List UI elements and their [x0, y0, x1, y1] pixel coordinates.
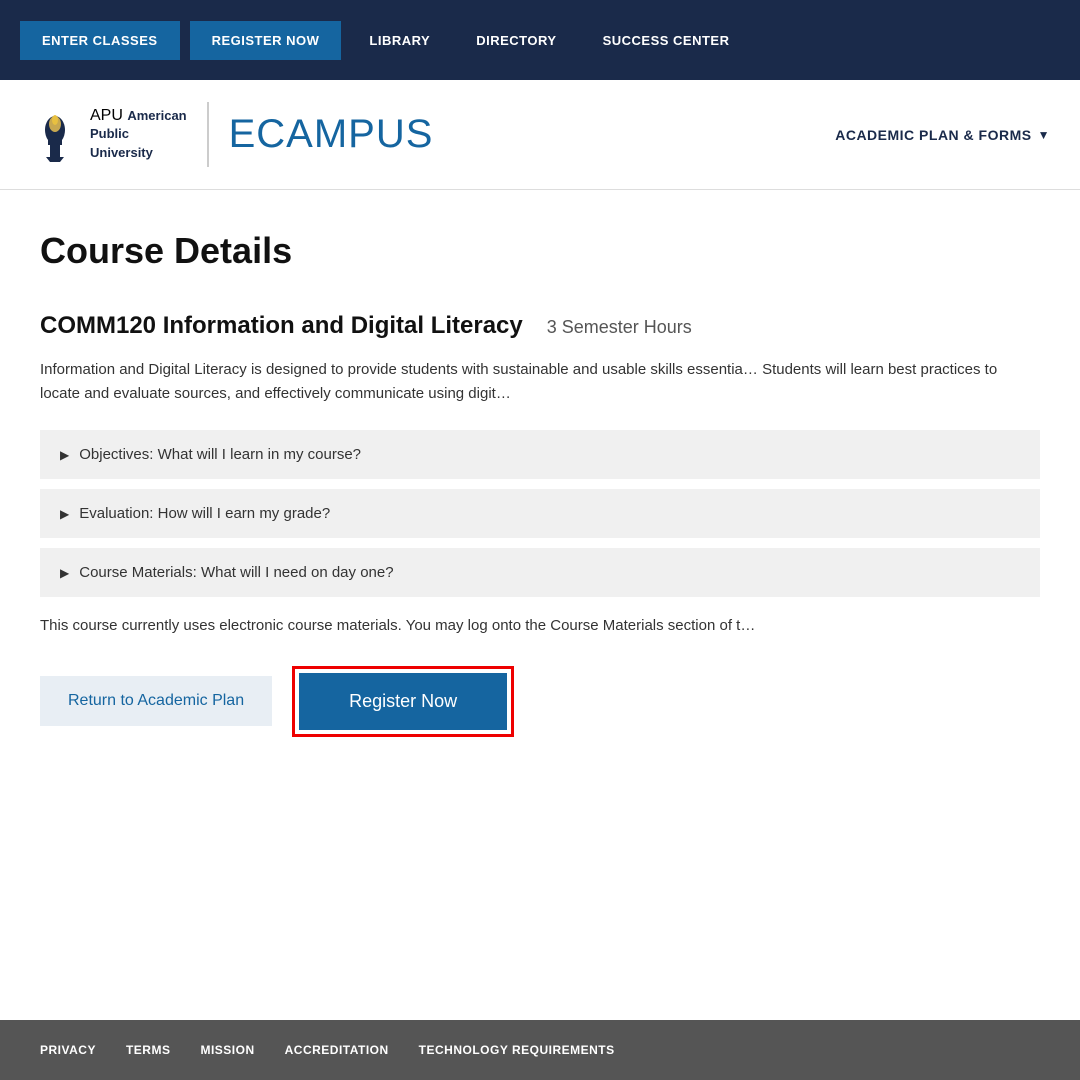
top-navigation: ENTER CLASSES REGISTER NOW LIBRARY DIREC…: [0, 0, 1080, 80]
footer-link-accreditation[interactable]: ACCREDITATION: [285, 1043, 389, 1057]
action-buttons-row: Return to Academic Plan Register Now: [40, 666, 1040, 737]
course-title: COMM120 Information and Digital Literacy: [40, 312, 523, 340]
footer: PRIVACY TERMS MISSION ACCREDITATION TECHNOLO…: [0, 1020, 1080, 1080]
accordion-materials[interactable]: ▶ Course Materials: What will I need on …: [40, 548, 1040, 597]
logo: APU American Public University ECAMPUS: [30, 102, 433, 167]
accordion-objectives-label: Objectives: What will I learn in my cour…: [79, 446, 361, 463]
page-title: Course Details: [40, 230, 1040, 272]
register-now-button[interactable]: Register Now: [299, 673, 507, 730]
directory-link[interactable]: DIRECTORY: [458, 33, 574, 48]
enter-classes-button[interactable]: ENTER CLASSES: [20, 21, 180, 60]
academic-plan-dropdown[interactable]: ACADEMIC PLAN & FORMS ▼: [835, 127, 1050, 143]
apu-abbreviation: APU: [90, 107, 123, 124]
footer-link-technology-requirements[interactable]: TECHNOLOGY REQUIREMENTS: [419, 1043, 615, 1057]
footer-link-mission[interactable]: MISSION: [200, 1043, 254, 1057]
logo-bar: APU American Public University ECAMPUS A…: [0, 80, 1080, 190]
success-center-link[interactable]: SUCCESS CENTER: [585, 33, 748, 48]
academic-plan-label: ACADEMIC PLAN & FORMS: [835, 127, 1031, 143]
ecampus-label: ECAMPUS: [209, 112, 434, 157]
dropdown-arrow-icon: ▼: [1038, 128, 1050, 142]
library-link[interactable]: LIBRARY: [351, 33, 448, 48]
main-content: Course Details COMM120 Information and D…: [0, 190, 1080, 807]
course-title-row: COMM120 Information and Digital Literacy…: [40, 312, 1040, 340]
apu-torch-icon: [30, 102, 80, 167]
course-materials-note: This course currently uses electronic co…: [40, 615, 1040, 638]
accordion-arrow-icon: ▶: [60, 507, 69, 521]
course-description: Information and Digital Literacy is desi…: [40, 358, 1040, 406]
accordion-arrow-icon: ▶: [60, 566, 69, 580]
register-now-highlight: Register Now: [292, 666, 514, 737]
footer-link-privacy[interactable]: PRIVACY: [40, 1043, 96, 1057]
accordion-evaluation[interactable]: ▶ Evaluation: How will I earn my grade?: [40, 489, 1040, 538]
accordion-materials-label: Course Materials: What will I need on da…: [79, 564, 393, 581]
accordion-evaluation-label: Evaluation: How will I earn my grade?: [79, 505, 330, 522]
accordion-arrow-icon: ▶: [60, 448, 69, 462]
semester-hours: 3 Semester Hours: [547, 317, 692, 338]
return-to-academic-plan-button[interactable]: Return to Academic Plan: [40, 676, 272, 726]
apu-text-block: APU American Public University: [90, 107, 187, 162]
accordion-objectives[interactable]: ▶ Objectives: What will I learn in my co…: [40, 430, 1040, 479]
register-now-nav-button[interactable]: REGISTER NOW: [190, 21, 342, 60]
footer-link-terms[interactable]: TERMS: [126, 1043, 171, 1057]
apu-logo: APU American Public University: [30, 102, 209, 167]
